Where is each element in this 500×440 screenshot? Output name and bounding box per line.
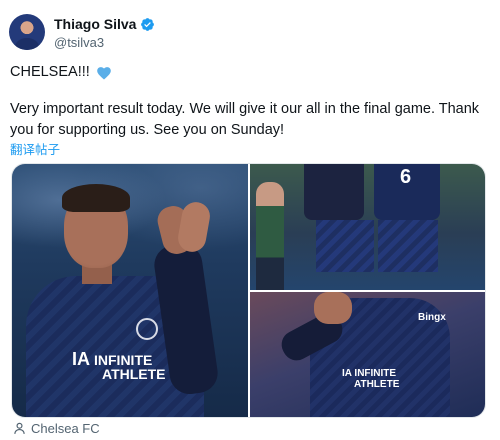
club-crest-icon bbox=[136, 318, 158, 340]
media-grid: IA INFINITE ATHLETE 6 Bingx IA INFINITE A… bbox=[11, 163, 486, 418]
person-tag-icon bbox=[14, 422, 25, 434]
author-display-name[interactable]: Thiago Silva bbox=[54, 16, 136, 32]
author-handle[interactable]: @tsilva3 bbox=[54, 35, 104, 50]
jersey-sponsor: IA INFINITE ATHLETE bbox=[72, 349, 166, 382]
jersey-sponsor: IA INFINITE ATHLETE bbox=[342, 368, 400, 390]
blue-heart-icon bbox=[96, 66, 111, 79]
tagged-account-label[interactable]: Chelsea FC bbox=[31, 421, 100, 436]
jersey-logo: Bingx bbox=[418, 312, 446, 323]
photo-player-applauding[interactable]: IA INFINITE ATHLETE bbox=[12, 164, 248, 417]
shirt-number: 6 bbox=[400, 166, 412, 188]
tweet-card: Thiago Silva @tsilva3 CHELSEA!!! Very im… bbox=[0, 0, 500, 440]
tweet-headline: CHELSEA!!! bbox=[10, 64, 90, 80]
tweet-body: Very important result today. We will giv… bbox=[10, 101, 480, 138]
player-hand bbox=[314, 292, 352, 324]
player-shorts bbox=[378, 220, 438, 272]
background-person bbox=[256, 182, 284, 290]
avatar[interactable] bbox=[9, 14, 45, 50]
player-shorts bbox=[316, 220, 374, 272]
translate-post-link[interactable]: 翻译帖子 bbox=[10, 139, 60, 158]
photo-players-back[interactable]: 6 bbox=[250, 164, 485, 290]
verified-badge-icon bbox=[141, 17, 155, 31]
tweet-first-line: CHELSEA!!! bbox=[10, 64, 112, 80]
tagged-account[interactable]: Chelsea FC bbox=[13, 421, 100, 436]
photo-background bbox=[12, 164, 248, 284]
player-shirt bbox=[304, 164, 364, 220]
photo-player-clapping[interactable]: Bingx IA INFINITE ATHLETE bbox=[250, 292, 485, 417]
author-name-row: Thiago Silva bbox=[54, 16, 155, 32]
player-hair bbox=[62, 184, 130, 212]
